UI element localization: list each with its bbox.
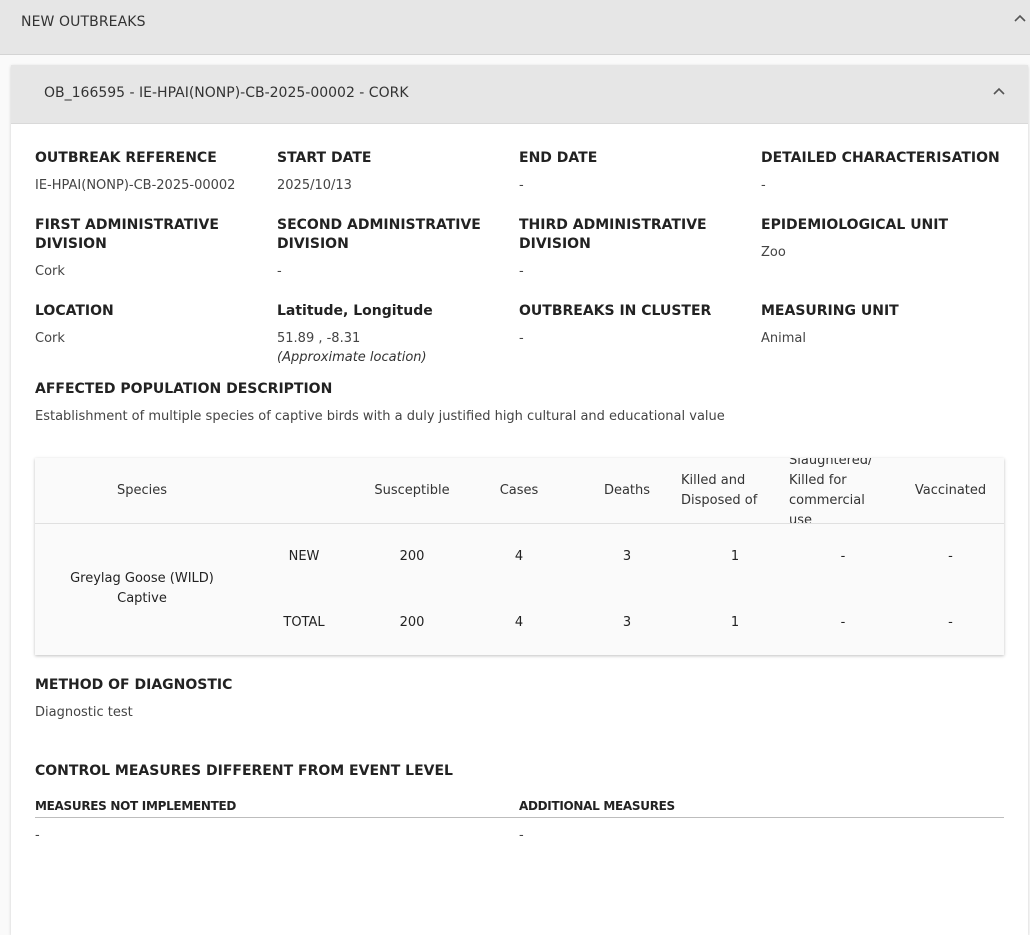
cell-deaths: 3	[622, 549, 632, 564]
field-label: SECOND ADMINISTRATIVE DIVISION	[277, 217, 481, 252]
field-label: AFFECTED POPULATION DESCRIPTION	[35, 381, 333, 397]
cell-susceptible: 200	[399, 615, 425, 630]
col-header-vaccinated: Vaccinated	[914, 483, 987, 498]
field-first-admin-division: FIRST ADMINISTRATIVE DIVISION Cork	[35, 216, 265, 281]
outbreak-card: OB_166595 - IE-HPAI(NONP)-CB-2025-00002 …	[11, 65, 1028, 935]
field-epidemiological-unit: EPIDEMIOLOGICAL UNIT Zoo	[761, 216, 1011, 262]
field-label: START DATE	[277, 150, 372, 166]
field-value: Zoo	[761, 245, 786, 260]
field-affected-population: AFFECTED POPULATION DESCRIPTION Establis…	[35, 380, 995, 426]
cell-vaccinated: -	[948, 615, 953, 630]
field-value: -	[277, 264, 282, 279]
chevron-up-icon[interactable]	[991, 83, 1007, 99]
cell-vaccinated: -	[948, 549, 953, 564]
field-outbreaks-in-cluster: OUTBREAKS IN CLUSTER -	[519, 302, 749, 348]
col-header-slaughtered: Slaughtered/Killed for commercial use	[789, 458, 873, 528]
field-label: OUTBREAKS IN CLUSTER	[519, 303, 712, 319]
field-value: -	[519, 331, 524, 346]
cell-deaths: 3	[622, 615, 632, 630]
species-table: Species Susceptible Cases Deaths Killed …	[35, 458, 1004, 655]
col-header-deaths: Deaths	[603, 483, 651, 498]
field-label: OUTBREAK REFERENCE	[35, 150, 217, 166]
control-measures-title: CONTROL MEASURES DIFFERENT FROM EVENT LE…	[35, 763, 453, 779]
field-value: Cork	[35, 264, 65, 279]
cell-susceptible: 200	[399, 549, 425, 564]
field-label: END DATE	[519, 150, 598, 166]
col-header-susceptible: Susceptible	[374, 483, 450, 498]
new-outbreaks-header[interactable]: NEW OUTBREAKS	[0, 0, 1030, 55]
col-header-species: Species	[116, 483, 168, 498]
field-label: MEASURING UNIT	[761, 303, 899, 319]
additional-measures-value: -	[519, 828, 524, 843]
field-value: -	[519, 264, 524, 279]
field-measuring-unit: MEASURING UNIT Animal	[761, 302, 1011, 348]
cell-killed: 1	[730, 615, 740, 630]
field-value: IE-HPAI(NONP)-CB-2025-00002	[35, 178, 236, 193]
measures-not-implemented-value: -	[35, 828, 40, 843]
table-header-divider	[35, 523, 1004, 524]
field-outbreak-reference: OUTBREAK REFERENCE IE-HPAI(NONP)-CB-2025…	[35, 149, 265, 195]
field-end-date: END DATE -	[519, 149, 749, 195]
new-outbreaks-title: NEW OUTBREAKS	[21, 14, 146, 30]
control-measures-divider	[35, 817, 1004, 818]
outbreak-card-header[interactable]: OB_166595 - IE-HPAI(NONP)-CB-2025-00002 …	[11, 65, 1028, 124]
field-location: LOCATION Cork	[35, 302, 265, 348]
field-second-admin-division: SECOND ADMINISTRATIVE DIVISION -	[277, 216, 507, 281]
field-label: DETAILED CHARACTERISATION	[761, 150, 1000, 166]
outbreak-card-title: OB_166595 - IE-HPAI(NONP)-CB-2025-00002 …	[44, 85, 409, 101]
field-value: Establishment of multiple species of cap…	[35, 409, 725, 424]
field-value: Diagnostic test	[35, 705, 133, 720]
field-value: Animal	[761, 331, 806, 346]
cell-cases: 4	[514, 615, 524, 630]
additional-measures-label: ADDITIONAL MEASURES	[519, 799, 675, 813]
col-header-cases: Cases	[499, 483, 539, 498]
field-label: EPIDEMIOLOGICAL UNIT	[761, 217, 949, 233]
field-value: 2025/10/13	[277, 178, 352, 193]
row-type-total: TOTAL	[283, 615, 325, 630]
field-label: THIRD ADMINISTRATIVE DIVISION	[519, 217, 707, 252]
field-label: Latitude, Longitude	[277, 303, 433, 319]
field-lat-long: Latitude, Longitude 51.89 , -8.31 (Appro…	[277, 302, 507, 367]
col-header-killed: Killed and Disposed of	[681, 473, 758, 508]
field-value: -	[519, 178, 524, 193]
species-name: Greylag Goose (WILD) Captive	[70, 571, 214, 606]
cell-cases: 4	[514, 549, 524, 564]
field-method-of-diagnostic: METHOD OF DIAGNOSTIC Diagnostic test	[35, 676, 535, 722]
chevron-up-icon[interactable]	[1012, 10, 1028, 26]
row-type-new: NEW	[288, 549, 320, 564]
field-detailed-characterisation: DETAILED CHARACTERISATION -	[761, 149, 1011, 195]
measures-not-implemented-label: MEASURES NOT IMPLEMENTED	[35, 799, 237, 813]
field-third-admin-division: THIRD ADMINISTRATIVE DIVISION -	[519, 216, 749, 281]
field-label: LOCATION	[35, 303, 114, 319]
field-start-date: START DATE 2025/10/13	[277, 149, 507, 195]
approximate-location-note: (Approximate location)	[277, 350, 427, 365]
cell-killed: 1	[730, 549, 740, 564]
cell-slaughtered: -	[840, 615, 846, 630]
field-value: Cork	[35, 331, 65, 346]
field-label: METHOD OF DIAGNOSTIC	[35, 677, 233, 693]
field-value: -	[761, 178, 766, 193]
cell-slaughtered: -	[840, 549, 846, 564]
field-label: FIRST ADMINISTRATIVE DIVISION	[35, 217, 219, 252]
field-value: 51.89 , -8.31	[277, 331, 361, 346]
